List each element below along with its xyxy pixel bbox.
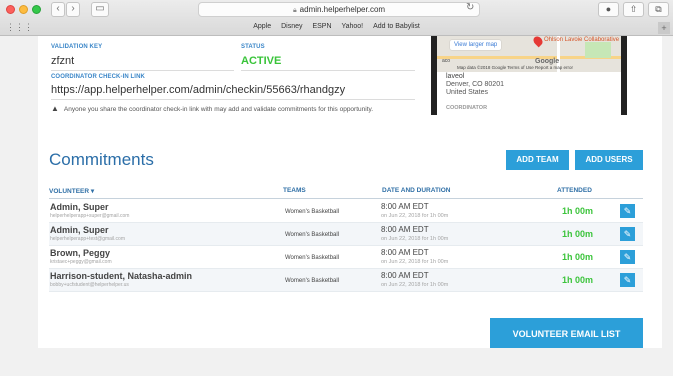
warning-icon: ▲	[51, 104, 59, 113]
volunteer-name: Admin, Super	[50, 225, 109, 235]
forward-button[interactable]: ›	[66, 2, 80, 17]
chevron-left-icon: ‹	[56, 3, 60, 14]
address-line-3: United States	[446, 89, 489, 96]
map-pin-icon	[531, 36, 545, 48]
volunteer-name: Harrison-student, Natasha-admin	[50, 271, 193, 281]
warning-text: Anyone you share the coordinator check-i…	[63, 106, 374, 113]
map-street-label: aco	[442, 58, 451, 64]
commitment-time: 8:00 AM EDT	[381, 225, 429, 234]
checkin-link-label: COORDINATOR CHECK-IN LINK	[51, 74, 145, 80]
map-park	[585, 42, 611, 58]
bookmarks-bar: ⋮⋮⋮ Apple Disney ESPN Yahoo! Add to Baby…	[0, 21, 673, 36]
commitment-duration: on Jun 22, 2018 for 1h 00m	[381, 213, 449, 219]
status-value: ACTIVE	[241, 55, 282, 67]
map-place-label: Ohlson Lavoie Collaborative	[544, 37, 620, 43]
sidebar-icon: ▭	[95, 3, 105, 14]
page-footer-area	[0, 348, 673, 376]
chevron-right-icon: ›	[71, 3, 75, 14]
attended-value: 1h 00m	[562, 252, 594, 262]
column-teams: TEAMS	[283, 187, 306, 194]
team-name: Women's Basketball	[285, 209, 340, 215]
validation-key-label: VALIDATION KEY	[51, 44, 103, 50]
table-row: Admin, Super helperhelperapp+test@gmail.…	[49, 223, 643, 246]
edit-icon[interactable]: ✎	[620, 227, 635, 241]
team-name: Women's Basketball	[285, 255, 340, 261]
location-card: View larger map Ohlson Lavoie Collaborat…	[431, 36, 627, 115]
address-line-1: laveol	[446, 73, 465, 80]
edit-icon[interactable]: ✎	[620, 204, 635, 218]
browser-toolbar: ‹ › ▭ 🔒︎ admin.helperhelper.com ↻ ● ⇧ ⧉ ⋮…	[0, 0, 673, 36]
team-name: Women's Basketball	[285, 232, 340, 238]
edit-icon[interactable]: ✎	[620, 273, 635, 287]
share-button[interactable]: ⇧	[623, 2, 644, 17]
table-header: VOLUNTEER ▾ TEAMS DATE AND DURATION ATTE…	[49, 185, 643, 199]
google-logo: Google	[535, 58, 560, 65]
checkin-link[interactable]: https://app.helperhelper.com/admin/check…	[51, 84, 345, 96]
minimize-window-button[interactable]	[19, 5, 28, 14]
volunteer-email: bobby+ucfstudent@helperhelper.us	[50, 282, 129, 288]
divider	[51, 70, 234, 71]
view-larger-map-link[interactable]: View larger map	[450, 40, 502, 50]
commitment-duration: on Jun 22, 2018 for 1h 00m	[381, 236, 449, 242]
status-label: STATUS	[241, 44, 265, 50]
map-attribution[interactable]: Map data ©2018 Google Terms of Use Repor…	[457, 65, 573, 70]
coordinator-label: COORDINATOR	[446, 105, 488, 111]
divider	[241, 70, 415, 71]
attended-value: 1h 00m	[562, 229, 594, 239]
volunteer-name: Brown, Peggy	[50, 248, 111, 258]
url-text: admin.helperhelper.com	[299, 5, 386, 14]
column-attended: ATTENDED	[557, 187, 592, 194]
extension-button[interactable]: ●	[598, 2, 619, 17]
team-name: Women's Basketball	[285, 278, 340, 284]
close-window-button[interactable]	[6, 5, 15, 14]
bookmark-apple[interactable]: Apple	[253, 23, 271, 30]
commitment-time: 8:00 AM EDT	[381, 202, 429, 211]
volunteer-email: helperhelperapp+test@gmail.com	[50, 236, 125, 242]
checkin-warning: ▲ Anyone you share the coordinator check-…	[51, 104, 373, 113]
bookmark-yahoo[interactable]: Yahoo!	[341, 23, 363, 30]
sidebar-toggle-button[interactable]: ▭	[91, 2, 109, 17]
volunteer-email-list-button[interactable]: VOLUNTEER EMAIL LIST	[490, 318, 643, 350]
column-date-duration: DATE AND DURATION	[382, 187, 451, 194]
location-address: laveol Denver, CO 80201 United States CO…	[431, 72, 627, 115]
edit-icon[interactable]: ✎	[620, 250, 635, 264]
add-team-button[interactable]: ADD TEAM	[506, 150, 569, 170]
tabs-icon: ⧉	[655, 4, 662, 14]
volunteer-email: kristaec+peggy@gmail.com	[50, 259, 112, 265]
location-map[interactable]: View larger map Ohlson Lavoie Collaborat…	[437, 36, 621, 72]
add-users-button[interactable]: ADD USERS	[575, 150, 643, 170]
address-bar[interactable]: 🔒︎ admin.helperhelper.com	[198, 2, 480, 17]
back-button[interactable]: ‹	[51, 2, 65, 17]
column-volunteer[interactable]: VOLUNTEER ▾	[49, 187, 94, 195]
bookmark-list: Apple Disney ESPN Yahoo! Add to Babylist	[0, 23, 673, 30]
address-line-2: Denver, CO 80201	[446, 81, 504, 88]
share-icon: ⇧	[629, 4, 638, 14]
tabs-button[interactable]: ⧉	[648, 2, 669, 17]
commitments-title: Commitments	[49, 150, 154, 169]
bookmark-disney[interactable]: Disney	[281, 23, 302, 30]
table-row: Admin, Super helperhelperapp+super@gmail…	[49, 200, 643, 223]
attended-value: 1h 00m	[562, 206, 594, 216]
bookmark-espn[interactable]: ESPN	[312, 23, 331, 30]
validation-key-value: zfznt	[51, 55, 75, 67]
reload-icon[interactable]: ↻	[466, 2, 474, 13]
new-tab-icon[interactable]: +	[658, 22, 670, 34]
maximize-window-button[interactable]	[32, 5, 41, 14]
commitment-time: 8:00 AM EDT	[381, 271, 429, 280]
lock-icon: 🔒︎	[292, 7, 297, 14]
volunteer-email: helperhelperapp+super@gmail.com	[50, 213, 130, 219]
table-row: Harrison-student, Natasha-admin bobby+uc…	[49, 269, 643, 292]
attended-value: 1h 00m	[562, 275, 594, 285]
volunteer-name: Admin, Super	[50, 202, 109, 212]
bookmark-babylist[interactable]: Add to Babylist	[373, 23, 420, 30]
commitment-time: 8:00 AM EDT	[381, 248, 429, 257]
table-row: Brown, Peggy kristaec+peggy@gmail.com Wo…	[49, 246, 643, 269]
divider	[51, 99, 415, 100]
extension-icon: ●	[605, 4, 612, 14]
commitment-duration: on Jun 22, 2018 for 1h 00m	[381, 259, 449, 265]
commitment-duration: on Jun 22, 2018 for 1h 00m	[381, 282, 449, 288]
page-content: VALIDATION KEY zfznt STATUS ACTIVE COORD…	[38, 36, 662, 350]
